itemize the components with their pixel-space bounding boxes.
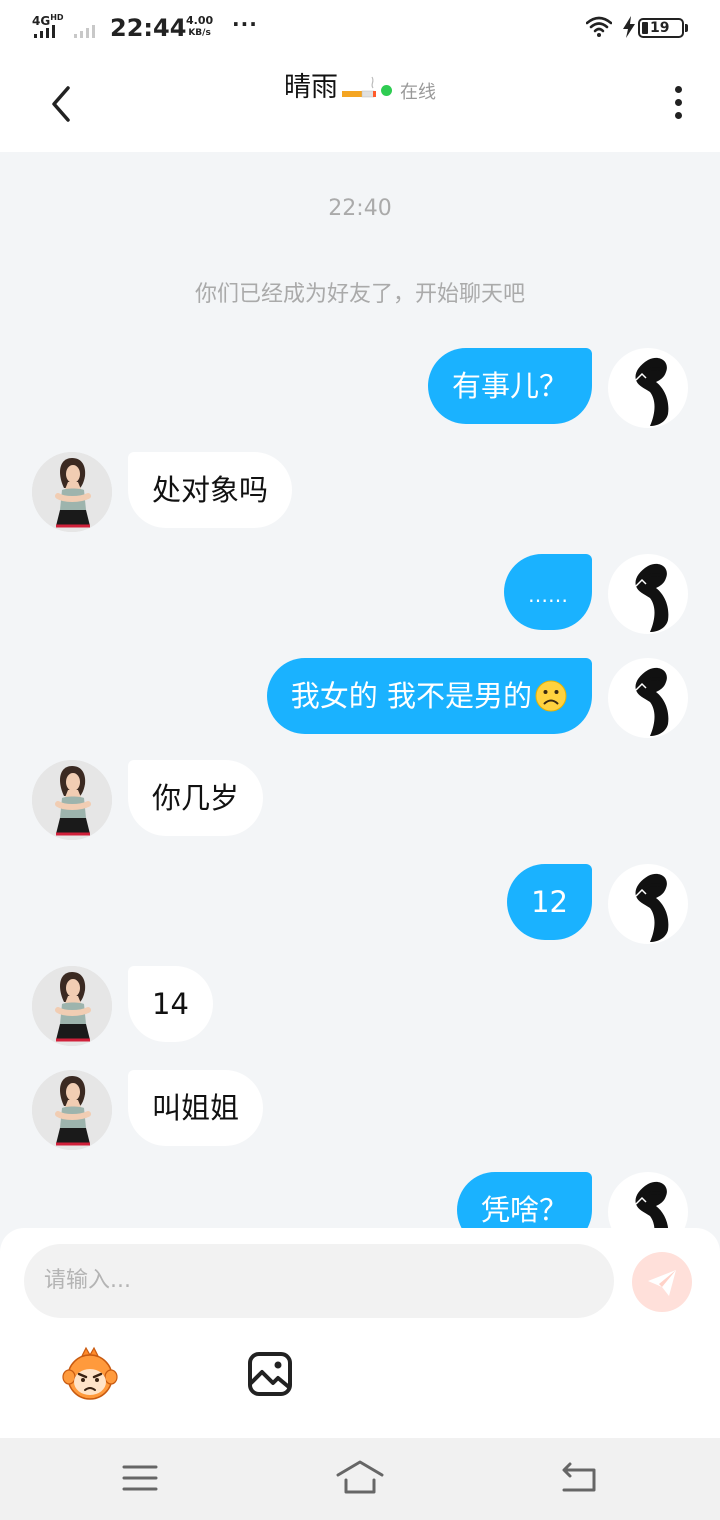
online-status: 在线	[381, 78, 436, 104]
silhouette-avatar-art	[635, 667, 669, 736]
paper-plane-icon	[648, 1270, 676, 1296]
message-bubble[interactable]: 有事儿？	[427, 348, 592, 424]
silhouette-avatar-art	[635, 1181, 669, 1230]
contact-avatar[interactable]	[32, 966, 112, 1046]
send-button[interactable]	[632, 1252, 692, 1312]
message-outgoing: 凭啥？	[0, 1172, 720, 1230]
message-outgoing: 有事儿？	[0, 348, 720, 428]
network-speed: 4.00 KB/s	[186, 14, 214, 39]
message-incoming: 14	[0, 966, 720, 1046]
message-bubble[interactable]: 凭啥？	[456, 1172, 592, 1230]
battery-icon: 19	[638, 18, 688, 38]
message-outgoing: 12	[0, 864, 720, 944]
girl-avatar-art	[32, 966, 112, 1046]
system-nav-bar	[0, 1438, 720, 1520]
message-incoming: 处对象吗	[0, 452, 720, 532]
my-avatar[interactable]	[608, 348, 688, 428]
message-bubble[interactable]: 14	[128, 966, 213, 1042]
clock: 22:44	[110, 14, 187, 42]
status-bar: 4GHD 22:44 4.00 KB/s ··· 19	[0, 0, 720, 56]
contact-name[interactable]: 晴雨	[284, 70, 376, 106]
contact-avatar[interactable]	[32, 452, 112, 532]
signal-strength-icon	[34, 25, 55, 38]
notification-dots: ···	[232, 12, 258, 36]
menu-icon[interactable]	[116, 1458, 164, 1498]
message-list[interactable]: 22:40 你们已经成为好友了，开始聊天吧 有事儿？ 处对象吗 …… 我女的 我…	[0, 152, 720, 1230]
contact-avatar[interactable]	[32, 760, 112, 840]
message-bubble[interactable]: 你几岁	[128, 760, 264, 836]
image-picker-button[interactable]	[246, 1350, 294, 1398]
online-dot	[381, 85, 393, 96]
girl-avatar-art	[32, 1070, 112, 1150]
girl-avatar-art	[32, 452, 112, 532]
network-type: 4GHD	[32, 13, 64, 28]
battery-level: 19	[650, 20, 670, 36]
charging-icon	[623, 16, 635, 38]
chat-timestamp: 22:40	[328, 196, 392, 221]
my-avatar[interactable]	[608, 1172, 688, 1230]
message-bubble[interactable]: 12	[507, 864, 592, 940]
contact-info: 晴雨 在线	[0, 70, 720, 106]
my-avatar[interactable]	[608, 864, 688, 944]
emoji-mascot-icon[interactable]	[60, 1346, 120, 1402]
message-bubble[interactable]: ……	[504, 554, 592, 630]
signal-strength-secondary-icon	[74, 25, 95, 38]
message-outgoing: 我女的 我不是男的	[0, 658, 720, 738]
cigarette-emoji-icon	[341, 76, 376, 98]
message-input[interactable]: 请输入...	[24, 1244, 614, 1318]
back-arrow-icon[interactable]	[556, 1458, 604, 1498]
message-input-placeholder: 请输入...	[44, 1268, 131, 1293]
composer-panel: 请输入...	[0, 1228, 720, 1438]
message-incoming: 叫姐姐	[0, 1070, 720, 1150]
more-options-button[interactable]	[670, 86, 686, 126]
message-outgoing: ……	[0, 554, 720, 634]
contact-avatar[interactable]	[32, 1070, 112, 1150]
message-incoming: 你几岁	[0, 760, 720, 840]
silhouette-avatar-art	[635, 357, 669, 426]
message-bubble[interactable]: 处对象吗	[128, 452, 293, 528]
message-bubble[interactable]: 我女的 我不是男的	[266, 658, 592, 734]
girl-avatar-art	[32, 760, 112, 840]
frowning-face-emoji-icon	[535, 680, 567, 712]
online-status-label: 在线	[400, 81, 437, 103]
silhouette-avatar-art	[635, 563, 669, 632]
chat-header: 晴雨 在线	[0, 56, 720, 152]
system-notice: 你们已经成为好友了，开始聊天吧	[194, 282, 525, 307]
message-bubble[interactable]: 叫姐姐	[128, 1070, 264, 1146]
my-avatar[interactable]	[608, 554, 688, 634]
home-icon[interactable]	[336, 1458, 384, 1498]
silhouette-avatar-art	[635, 873, 669, 942]
my-avatar[interactable]	[608, 658, 688, 738]
wifi-icon	[586, 16, 612, 37]
